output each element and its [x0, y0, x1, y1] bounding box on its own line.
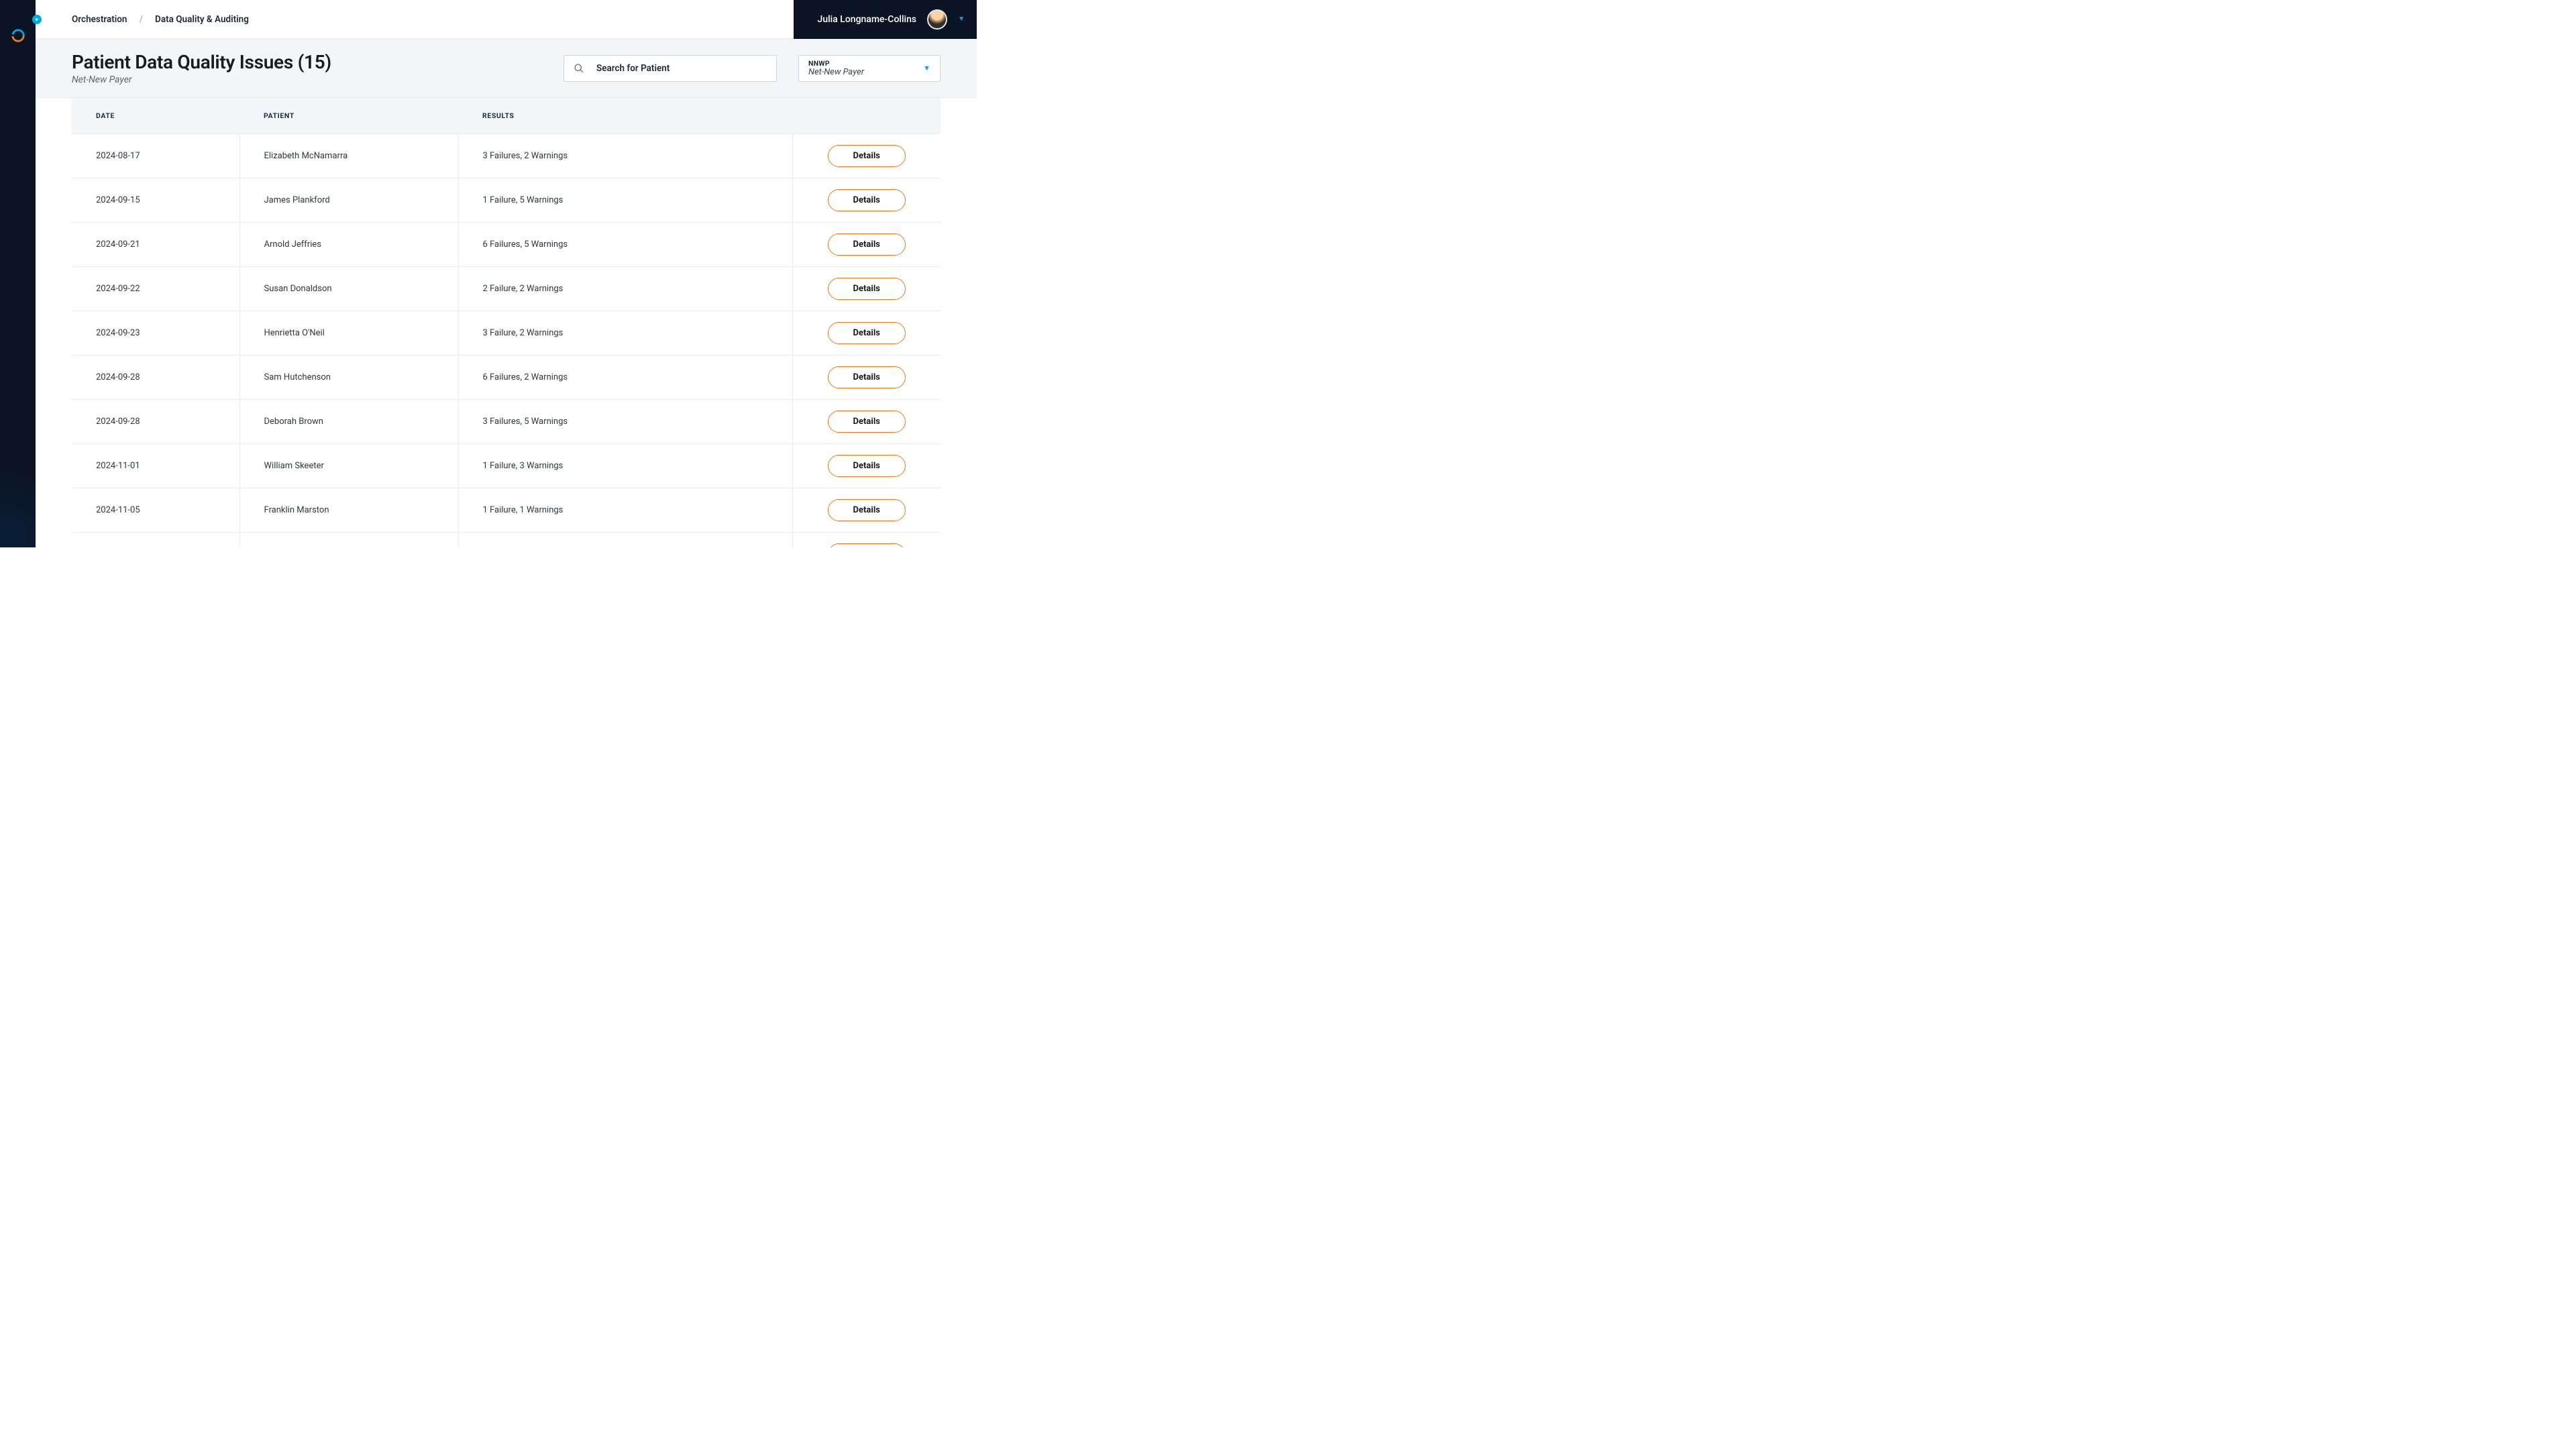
cell-results: 2 Failure, 2 Warnings	[458, 267, 792, 311]
sidebar	[0, 0, 36, 547]
cell-date: 2024-09-23	[72, 311, 239, 356]
cell-patient: Henrietta O'Neil	[239, 311, 458, 356]
topbar: Orchestration / Data Quality & Auditing …	[36, 0, 977, 39]
app-logo-icon	[11, 28, 25, 43]
cell-results: 1 Failure, 2 Warnings	[458, 533, 792, 548]
cell-date: 2024-09-15	[72, 178, 239, 223]
details-button[interactable]: Details	[828, 499, 906, 521]
details-button[interactable]: Details	[828, 278, 906, 300]
details-button[interactable]: Details	[828, 322, 906, 344]
content: Date Patient Results 2024-08-17Elizabeth…	[36, 98, 977, 547]
cell-patient: Elizabeth McNamarra	[239, 134, 458, 178]
payer-select-labels: NNWP Net-New Payer	[808, 59, 864, 77]
cell-results: 1 Failure, 1 Warnings	[458, 488, 792, 533]
main-area: Orchestration / Data Quality & Auditing …	[36, 0, 977, 547]
cell-patient: Taylor Godwin	[239, 533, 458, 548]
details-button[interactable]: Details	[828, 233, 906, 256]
table-row: 2024-12-15Taylor Godwin1 Failure, 2 Warn…	[72, 533, 941, 548]
cell-action: Details	[792, 178, 941, 223]
col-header-action	[792, 98, 941, 134]
cell-results: 6 Failures, 5 Warnings	[458, 223, 792, 267]
cell-patient: Sam Hutchenson	[239, 356, 458, 400]
cell-action: Details	[792, 488, 941, 533]
cell-results: 1 Failure, 3 Warnings	[458, 444, 792, 488]
cell-date: 2024-09-28	[72, 400, 239, 444]
user-name-label: Julia Longname-Collins	[818, 14, 917, 25]
col-header-date: Date	[72, 98, 239, 134]
table-row: 2024-08-17Elizabeth McNamarra3 Failures,…	[72, 134, 941, 178]
cell-date: 2024-09-28	[72, 356, 239, 400]
page-title-block: Patient Data Quality Issues (15) Net-New…	[72, 51, 331, 85]
cell-date: 2024-09-22	[72, 267, 239, 311]
cell-patient: Deborah Brown	[239, 400, 458, 444]
breadcrumb: Orchestration / Data Quality & Auditing	[36, 14, 249, 25]
page-title: Patient Data Quality Issues (15)	[72, 51, 331, 73]
cell-results: 3 Failure, 2 Warnings	[458, 311, 792, 356]
cell-date: 2024-08-17	[72, 134, 239, 178]
cell-patient: Franklin Marston	[239, 488, 458, 533]
cell-results: 1 Failure, 5 Warnings	[458, 178, 792, 223]
page-subtitle: Net-New Payer	[72, 74, 331, 85]
avatar	[927, 9, 947, 30]
table-row: 2024-09-28Sam Hutchenson6 Failures, 2 Wa…	[72, 356, 941, 400]
cell-date: 2024-12-15	[72, 533, 239, 548]
cell-action: Details	[792, 223, 941, 267]
cell-results: 6 Failures, 2 Warnings	[458, 356, 792, 400]
header-controls: NNWP Net-New Payer ▼	[564, 55, 941, 82]
search-icon	[574, 63, 584, 74]
details-button[interactable]: Details	[828, 189, 906, 211]
details-button[interactable]: Details	[828, 543, 906, 547]
col-header-results: Results	[458, 98, 792, 134]
cell-action: Details	[792, 444, 941, 488]
cell-date: 2024-11-01	[72, 444, 239, 488]
cell-action: Details	[792, 400, 941, 444]
cell-action: Details	[792, 134, 941, 178]
user-menu[interactable]: Julia Longname-Collins ▼	[794, 0, 977, 39]
cell-results: 3 Failures, 2 Warnings	[458, 134, 792, 178]
breadcrumb-orchestration[interactable]: Orchestration	[72, 14, 127, 25]
cell-patient: William Skeeter	[239, 444, 458, 488]
table-row: 2024-09-23Henrietta O'Neil3 Failure, 2 W…	[72, 311, 941, 356]
details-button[interactable]: Details	[828, 366, 906, 388]
cell-patient: Arnold Jeffries	[239, 223, 458, 267]
cell-action: Details	[792, 533, 941, 548]
details-button[interactable]: Details	[828, 455, 906, 477]
payer-name: Net-New Payer	[808, 67, 864, 77]
table-row: 2024-11-05Franklin Marston1 Failure, 1 W…	[72, 488, 941, 533]
details-button[interactable]: Details	[828, 145, 906, 167]
table-row: 2024-09-21Arnold Jeffries6 Failures, 5 W…	[72, 223, 941, 267]
payer-select[interactable]: NNWP Net-New Payer ▼	[798, 55, 941, 82]
play-badge-icon	[32, 15, 42, 24]
breadcrumb-separator: /	[139, 14, 143, 25]
table-row: 2024-09-15James Plankford1 Failure, 5 Wa…	[72, 178, 941, 223]
cell-action: Details	[792, 311, 941, 356]
table-row: 2024-11-01William Skeeter1 Failure, 3 Wa…	[72, 444, 941, 488]
chevron-down-icon: ▼	[923, 64, 930, 72]
col-header-patient: Patient	[239, 98, 458, 134]
issues-table: Date Patient Results 2024-08-17Elizabeth…	[72, 98, 941, 547]
cell-results: 3 Failures, 5 Warnings	[458, 400, 792, 444]
cell-action: Details	[792, 356, 941, 400]
search-input[interactable]	[596, 63, 767, 74]
cell-action: Details	[792, 267, 941, 311]
sidebar-decoration	[0, 427, 36, 547]
chevron-down-icon: ▼	[958, 15, 965, 23]
cell-patient: Susan Donaldson	[239, 267, 458, 311]
table-row: 2024-09-28Deborah Brown3 Failures, 5 War…	[72, 400, 941, 444]
cell-date: 2024-11-05	[72, 488, 239, 533]
table-row: 2024-09-22Susan Donaldson2 Failure, 2 Wa…	[72, 267, 941, 311]
breadcrumb-data-quality[interactable]: Data Quality & Auditing	[155, 14, 249, 25]
cell-date: 2024-09-21	[72, 223, 239, 267]
cell-patient: James Plankford	[239, 178, 458, 223]
details-button[interactable]: Details	[828, 411, 906, 433]
search-box[interactable]	[564, 55, 777, 82]
page-header: Patient Data Quality Issues (15) Net-New…	[36, 39, 977, 98]
